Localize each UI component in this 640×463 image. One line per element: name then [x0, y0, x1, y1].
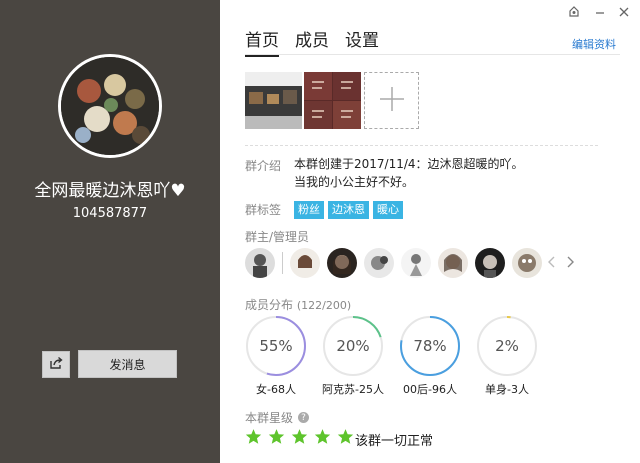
admin-avatar[interactable] [475, 248, 505, 278]
tab-members[interactable]: 成员 [295, 26, 329, 57]
close-icon[interactable] [618, 6, 630, 21]
distribution-label: 阿克苏-25人 [322, 383, 384, 396]
tab-settings[interactable]: 设置 [345, 26, 379, 57]
admins-label: 群主/管理员 [245, 230, 310, 244]
distribution-percent: 2% [495, 337, 519, 355]
tab-divider [245, 54, 620, 55]
intro-line: 当我的小公主好不好。 [294, 175, 415, 189]
divider [245, 145, 598, 146]
tag-item[interactable]: 暖心 [373, 201, 403, 219]
star-icon [314, 429, 331, 444]
add-photo-button[interactable] [364, 72, 419, 129]
tab-home[interactable]: 首页 [245, 26, 279, 57]
star-icon [337, 429, 354, 444]
distribution-ring: 78% [399, 315, 461, 377]
minimize-icon[interactable] [594, 6, 606, 21]
rank-label: 本群星级 [245, 411, 294, 425]
admin-avatar[interactable] [512, 248, 542, 278]
group-rank-title: 本群星级 ? [245, 409, 310, 426]
group-detail-panel: 首页 成员 设置 编辑资料 群介绍 本群创建于2017/11/4：边沐恩超暖的吖… [220, 0, 640, 463]
admin-avatar[interactable] [290, 248, 320, 278]
chevron-right-icon[interactable] [566, 256, 574, 272]
member-count: (122/200) [296, 299, 352, 312]
tab-bar: 首页 成员 设置 [245, 26, 379, 57]
distribution-ring: 20% [322, 315, 384, 377]
distribution-title: 成员分布 [245, 298, 294, 312]
star-icon [268, 429, 285, 444]
group-profile-panel: 全网最暖边沐恩吖♥ 104587877 发消息 [0, 0, 220, 463]
distribution-percent: 20% [336, 337, 370, 355]
admin-list [245, 248, 549, 278]
admin-avatar[interactable] [438, 248, 468, 278]
owner-avatar[interactable] [245, 248, 275, 278]
plus-icon [378, 85, 406, 117]
distribution-label: 女-68人 [256, 383, 296, 396]
chevron-left-icon[interactable] [548, 256, 556, 272]
rank-stars [245, 428, 354, 445]
edit-profile-link[interactable]: 编辑资料 [572, 36, 616, 52]
admin-avatar[interactable] [364, 248, 394, 278]
tag-list: 粉丝 边沐恩 暖心 [294, 201, 403, 219]
tags-label: 群标签 [245, 203, 282, 217]
group-name: 全网最暖边沐恩吖♥ [34, 181, 186, 201]
tag-item[interactable]: 边沐恩 [328, 201, 369, 219]
intro-label: 群介绍 [245, 159, 282, 173]
send-message-button[interactable]: 发消息 [78, 350, 177, 378]
group-photo[interactable] [245, 72, 302, 129]
distribution-percent: 55% [259, 337, 293, 355]
intro-line: 本群创建于2017/11/4：边沐恩超暖的吖。 [294, 157, 524, 171]
distribution-label: 00后-96人 [403, 383, 457, 396]
member-distribution-title: 成员分布 (122/200) [245, 296, 351, 313]
group-status: 该群一切正常 [355, 434, 434, 449]
group-avatar[interactable] [58, 54, 162, 158]
share-button[interactable] [42, 351, 70, 378]
admin-avatar[interactable] [401, 248, 431, 278]
group-photo[interactable] [304, 72, 361, 129]
divider [282, 252, 283, 274]
distribution-ring: 2% [476, 315, 538, 377]
tag-item[interactable]: 粉丝 [294, 201, 324, 219]
admin-pager [548, 256, 574, 272]
distribution-label: 单身-3人 [485, 383, 529, 396]
admin-avatar[interactable] [327, 248, 357, 278]
help-icon[interactable]: ? [298, 412, 310, 423]
distribution-ring: 55% [245, 315, 307, 377]
group-intro: 本群创建于2017/11/4：边沐恩超暖的吖。 当我的小公主好不好。 [294, 155, 524, 191]
skin-icon[interactable] [568, 6, 580, 21]
star-icon [245, 429, 262, 444]
distribution-percent: 78% [413, 337, 447, 355]
share-icon [49, 355, 63, 374]
star-icon [291, 429, 308, 444]
group-number: 104587877 [72, 206, 148, 221]
